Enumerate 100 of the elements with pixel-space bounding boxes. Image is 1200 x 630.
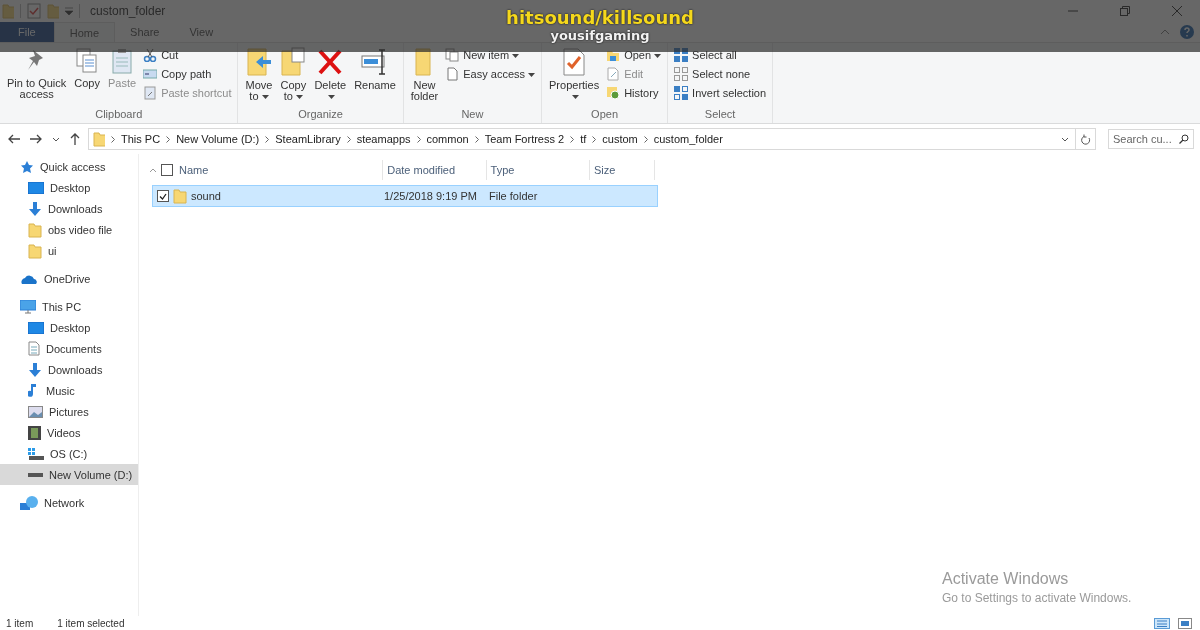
- star-icon: [20, 159, 34, 174]
- checkbox[interactable]: [157, 190, 169, 202]
- breadcrumb[interactable]: common: [426, 133, 469, 145]
- desktop-icon: [28, 321, 44, 334]
- nav-item[interactable]: OS (C:): [0, 443, 138, 464]
- folder-icon: [28, 221, 42, 238]
- ribbon-button[interactable]: Select none: [672, 66, 769, 82]
- nav-item[interactable]: Music: [0, 380, 138, 401]
- chevron-down-icon: [52, 136, 60, 142]
- breadcrumb[interactable]: steamapps: [356, 133, 411, 145]
- group-label: Select: [703, 108, 737, 122]
- up-button[interactable]: [68, 131, 82, 147]
- nav-item[interactable]: ui: [0, 240, 138, 261]
- nav-item[interactable]: Documents: [0, 338, 138, 359]
- desktop-icon: [28, 181, 44, 194]
- ribbon-button[interactable]: Easy access: [443, 66, 538, 82]
- nav-item[interactable]: Quick access: [0, 156, 138, 177]
- ribbon-button[interactable]: Pin to Quick access: [4, 45, 70, 108]
- nav-item[interactable]: Videos: [0, 422, 138, 443]
- status-text: 1 item: [6, 617, 34, 629]
- ribbon-button[interactable]: History: [604, 85, 664, 101]
- breadcrumb[interactable]: tf: [580, 133, 587, 145]
- activation-message: Go to Settings to activate Windows.: [942, 591, 1132, 605]
- large-icons-view-button[interactable]: [1176, 615, 1194, 630]
- date-cell-text: 1/25/2018 9:19 PM: [383, 190, 478, 202]
- chevron-right-icon: [474, 135, 479, 143]
- edit-icon: [606, 67, 621, 81]
- ribbon-button[interactable]: New folder: [407, 45, 442, 108]
- activation-title: Activate Windows: [942, 570, 1070, 588]
- column-header[interactable]: Type: [486, 160, 590, 180]
- nav-item[interactable]: Desktop: [0, 177, 138, 198]
- breadcrumb[interactable]: SteamLibrary: [275, 133, 341, 145]
- download-icon: [28, 201, 42, 216]
- nav-item[interactable]: Downloads: [0, 359, 138, 380]
- breadcrumb[interactable]: New Volume (D:): [176, 133, 260, 145]
- nav-item[interactable]: Network: [0, 492, 138, 513]
- path-icon: [143, 67, 158, 81]
- group-label: New: [460, 108, 485, 122]
- download-icon: [28, 362, 42, 377]
- drive-icon: [28, 472, 43, 477]
- document-icon: [445, 67, 460, 81]
- address-bar[interactable]: This PC New Volume (D:) SteamLibrary steamapps common Team Fortress 2 tf custom custom_folder: [88, 128, 1096, 150]
- nav-item[interactable]: Desktop: [0, 317, 138, 338]
- details-view-icon: [1154, 617, 1170, 629]
- ribbon-button[interactable]: Invert selection: [672, 85, 769, 101]
- status-text: 1 item selected: [57, 617, 125, 629]
- folder-icon: [173, 188, 187, 204]
- arrow-right-icon: [30, 134, 42, 144]
- group-label: Clipboard: [94, 108, 144, 122]
- refresh-icon: [1080, 133, 1091, 145]
- forward-button[interactable]: [28, 132, 44, 146]
- document-icon: [28, 341, 40, 356]
- invert-selection-icon: [674, 86, 689, 100]
- ribbon-button[interactable]: Delete: [311, 45, 350, 108]
- nav-item[interactable]: This PC: [0, 296, 138, 317]
- folder-icon: [93, 131, 105, 147]
- back-button[interactable]: [6, 132, 22, 146]
- breadcrumb[interactable]: Team Fortress 2: [484, 133, 565, 145]
- chevron-right-icon: [570, 135, 575, 143]
- history-icon: [606, 86, 621, 100]
- drive-icon: [28, 447, 44, 460]
- chevron-down-icon: [1061, 136, 1069, 142]
- breadcrumb[interactable]: custom: [602, 133, 638, 145]
- window-title: custom_folder: [90, 4, 166, 18]
- column-header[interactable]: Size: [589, 160, 655, 180]
- column-header[interactable]: Date modified: [383, 160, 487, 180]
- details-view-button[interactable]: [1152, 615, 1172, 630]
- chevron-right-icon: [643, 135, 648, 143]
- image-icon: [28, 405, 43, 418]
- computer-icon: [20, 299, 36, 314]
- channel-name: yousifgaming: [550, 28, 650, 44]
- checkbox[interactable]: [161, 164, 173, 176]
- chevron-right-icon: [346, 135, 351, 143]
- video-title: hitsound/killsound: [506, 8, 694, 28]
- nav-item[interactable]: OneDrive: [0, 268, 138, 289]
- nav-item[interactable]: New Volume (D:): [0, 464, 138, 485]
- search-field[interactable]: Search cu...: [1108, 129, 1194, 149]
- column-header[interactable]: Name: [157, 160, 384, 180]
- nav-item[interactable]: Downloads: [0, 198, 138, 219]
- chevron-right-icon: [265, 135, 270, 143]
- chevron-right-icon: [111, 135, 115, 143]
- chevron-right-icon: [592, 135, 597, 143]
- group-label: Organize: [297, 108, 344, 122]
- network-icon: [20, 495, 38, 510]
- breadcrumb[interactable]: This PC: [121, 133, 161, 145]
- chevron-right-icon: [166, 135, 171, 143]
- chevron-right-icon: [416, 135, 421, 143]
- nav-item[interactable]: obs video file: [0, 219, 138, 240]
- ribbon-button[interactable]: Copy path: [141, 66, 234, 82]
- type-cell-text: File folder: [488, 190, 539, 202]
- search-icon: [1179, 134, 1189, 144]
- file-name: sound: [191, 190, 221, 202]
- nav-item[interactable]: Pictures: [0, 401, 138, 422]
- shortcut-icon: [143, 86, 158, 100]
- breadcrumb[interactable]: custom_folder: [653, 133, 723, 145]
- file-row[interactable]: sound 1/25/2018 9:19 PM File folder: [152, 185, 658, 207]
- group-label: Open: [590, 108, 619, 122]
- sort-caret-icon: [149, 167, 157, 173]
- folder-icon: [28, 242, 42, 259]
- checkmark-icon: [159, 192, 167, 200]
